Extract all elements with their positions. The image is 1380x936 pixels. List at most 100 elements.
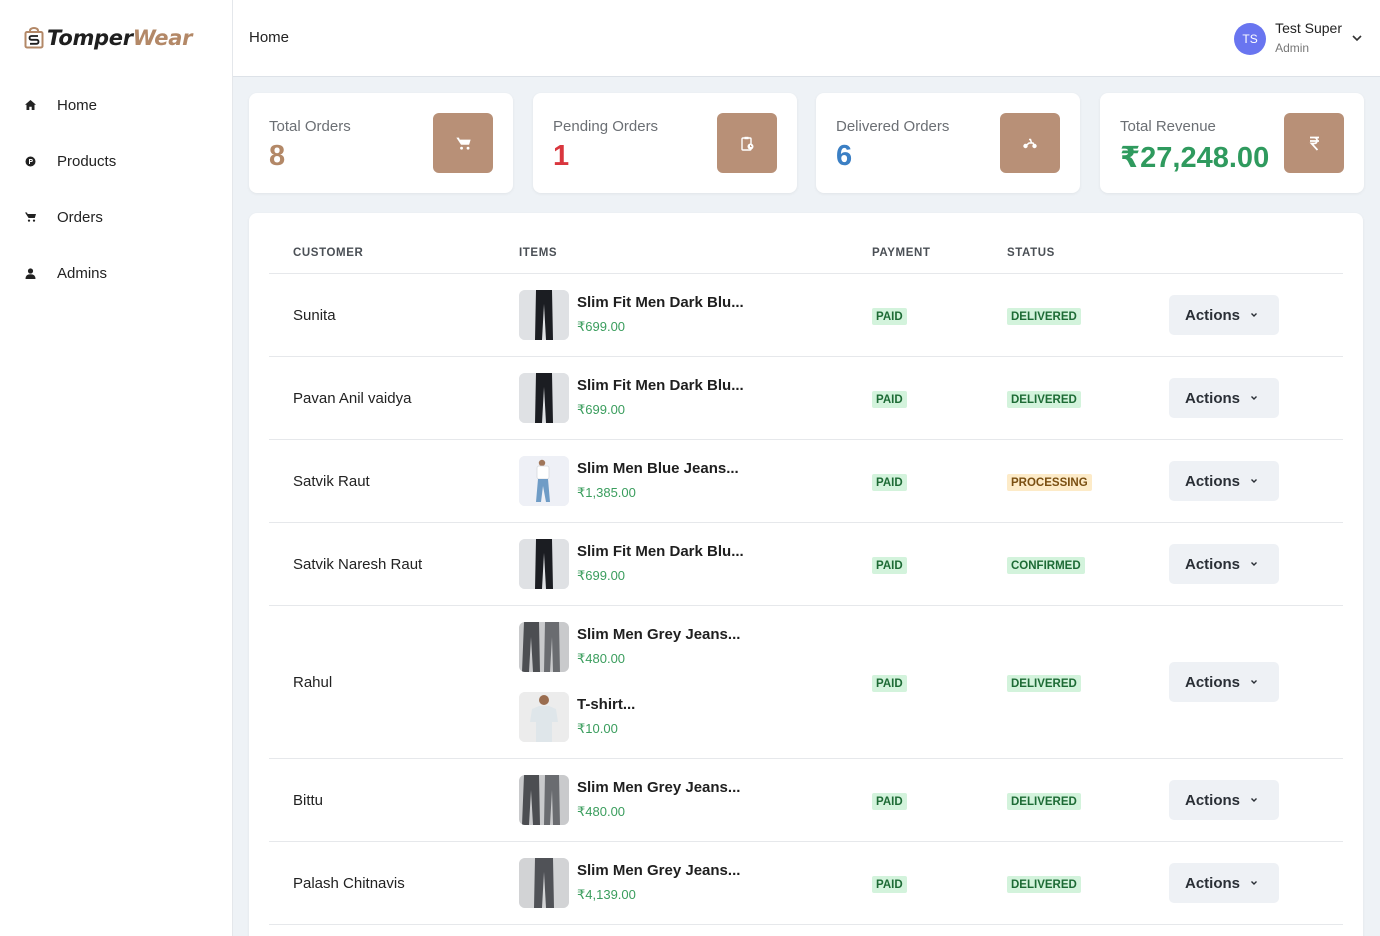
user-menu[interactable]: TS Test Super Admin xyxy=(1234,20,1362,57)
actions-button[interactable]: Actions xyxy=(1169,378,1279,418)
product-thumbnail xyxy=(519,456,569,506)
table-header: CUSTOMER ITEMS PAYMENT STATUS xyxy=(269,213,1343,274)
status-badge: DELIVERED xyxy=(1007,793,1081,810)
product-thumbnail xyxy=(519,775,569,825)
cart-icon xyxy=(433,113,493,173)
column-header-status: STATUS xyxy=(1007,247,1055,259)
payment-badge: PAID xyxy=(872,675,907,692)
product-icon xyxy=(24,155,36,167)
item-name: Slim Men Grey Jeans... xyxy=(577,862,741,879)
table-row: Sunita Slim Fit Men Dark Blu... ₹699.00 … xyxy=(269,274,1343,357)
order-item: Slim Fit Men Dark Blu... ₹699.00 xyxy=(519,373,819,423)
actions-button[interactable]: Actions xyxy=(1169,295,1279,335)
table-row: Satvik Naresh Raut Slim Fit Men Dark Blu… xyxy=(269,523,1343,606)
orders-table: CUSTOMER ITEMS PAYMENT STATUS Sunita Sli… xyxy=(249,213,1363,936)
sidebar-nav: Home Products Orders Admins xyxy=(0,77,232,301)
actions-button[interactable]: Actions xyxy=(1169,544,1279,584)
item-price: ₹10.00 xyxy=(577,721,618,736)
product-thumbnail xyxy=(519,692,569,742)
chevron-down-icon xyxy=(1251,881,1257,885)
sidebar-item-label: Orders xyxy=(57,208,103,226)
item-price: ₹699.00 xyxy=(577,319,626,334)
brand-logo[interactable]: Tomper Wear xyxy=(24,24,192,52)
actions-label: Actions xyxy=(1185,673,1241,691)
product-thumbnail xyxy=(519,858,569,908)
item-price: ₹480.00 xyxy=(577,651,626,666)
stat-value: 8 xyxy=(269,140,286,172)
stat-card-delivered-orders: Delivered Orders 6 xyxy=(816,93,1080,193)
breadcrumb: Home xyxy=(249,29,290,46)
user-name: Test Super xyxy=(1275,20,1342,36)
order-item: Slim Men Grey Jeans... ₹480.00 xyxy=(519,775,819,825)
stat-value: ₹27,248.00 xyxy=(1120,142,1270,174)
sidebar-item-orders[interactable]: Orders xyxy=(0,189,232,245)
item-name: Slim Men Grey Jeans... xyxy=(577,779,741,796)
rupee-icon xyxy=(1284,113,1344,173)
chevron-down-icon xyxy=(1251,313,1257,317)
clipboard-clock-icon xyxy=(717,113,777,173)
order-item: Slim Fit Men Dark Blu... ₹699.00 xyxy=(519,539,819,589)
item-name: Slim Fit Men Dark Blu... xyxy=(577,294,744,311)
chevron-down-icon xyxy=(1251,479,1257,483)
status-badge: PROCESSING xyxy=(1007,474,1092,491)
stat-label: Total Revenue xyxy=(1120,118,1216,135)
item-name: Slim Men Grey Jeans... xyxy=(577,626,741,643)
item-price: ₹480.00 xyxy=(577,804,626,819)
actions-button[interactable]: Actions xyxy=(1169,863,1279,903)
brand-name-part1: Tomper xyxy=(47,26,133,50)
chevron-down-icon xyxy=(1352,35,1362,42)
item-name: Slim Men Blue Jeans... xyxy=(577,460,739,477)
shopping-bag-logo-icon xyxy=(24,27,44,49)
payment-badge: PAID xyxy=(872,391,907,408)
order-item: Slim Fit Men Dark Blu... ₹699.00 xyxy=(519,290,819,340)
order-item: Slim Men Grey Jeans... ₹480.00 xyxy=(519,622,819,672)
actions-button[interactable]: Actions xyxy=(1169,461,1279,501)
payment-badge: PAID xyxy=(872,308,907,325)
product-thumbnail xyxy=(519,539,569,589)
payment-badge: PAID xyxy=(872,793,907,810)
status-badge: DELIVERED xyxy=(1007,675,1081,692)
product-thumbnail xyxy=(519,622,569,672)
status-badge: CONFIRMED xyxy=(1007,557,1085,574)
customer-name: Palash Chitnavis xyxy=(293,875,405,892)
item-price: ₹4,139.00 xyxy=(577,887,636,902)
table-row: Palash Chitnavis Slim Men Grey Jeans... … xyxy=(269,842,1343,925)
sidebar-item-label: Home xyxy=(57,96,98,114)
sidebar-item-admins[interactable]: Admins xyxy=(0,245,232,301)
sidebar-item-label: Admins xyxy=(57,264,108,282)
order-item: Slim Men Grey Jeans... ₹4,139.00 xyxy=(519,858,819,908)
chevron-down-icon xyxy=(1251,396,1257,400)
user-role: Admin xyxy=(1275,41,1310,55)
product-thumbnail xyxy=(519,373,569,423)
column-header-items: ITEMS xyxy=(519,247,558,259)
user-icon xyxy=(24,267,36,279)
actions-button[interactable]: Actions xyxy=(1169,780,1279,820)
sidebar-item-products[interactable]: Products xyxy=(0,133,232,189)
customer-name: Satvik Naresh Raut xyxy=(293,556,423,573)
sidebar-item-home[interactable]: Home xyxy=(0,77,232,133)
actions-label: Actions xyxy=(1185,874,1241,892)
avatar: TS xyxy=(1234,22,1267,55)
actions-label: Actions xyxy=(1185,472,1241,490)
item-price: ₹1,385.00 xyxy=(577,485,636,500)
actions-button[interactable]: Actions xyxy=(1169,662,1279,702)
cart-icon xyxy=(24,211,36,223)
status-badge: DELIVERED xyxy=(1007,876,1081,893)
column-header-payment: PAYMENT xyxy=(872,247,931,259)
stat-card-total-orders: Total Orders 8 xyxy=(249,93,513,193)
table-row: Bittu Slim Men Grey Jeans... ₹480.00 PAI… xyxy=(269,759,1343,842)
item-price: ₹699.00 xyxy=(577,402,626,417)
home-icon xyxy=(24,99,36,111)
payment-badge: PAID xyxy=(872,876,907,893)
actions-label: Actions xyxy=(1185,389,1241,407)
status-badge: DELIVERED xyxy=(1007,391,1081,408)
stat-value: 1 xyxy=(553,140,570,172)
customer-name: Bittu xyxy=(293,792,324,809)
order-item: Slim Men Blue Jeans... ₹1,385.00 xyxy=(519,456,819,506)
table-row: Satvik Raut Slim Men Blue Jeans... ₹1,38… xyxy=(269,440,1343,523)
item-name: T-shirt... xyxy=(577,696,636,713)
customer-name: Satvik Raut xyxy=(293,473,370,490)
sidebar-item-label: Products xyxy=(57,152,117,170)
stat-label: Pending Orders xyxy=(553,118,659,135)
payment-badge: PAID xyxy=(872,557,907,574)
